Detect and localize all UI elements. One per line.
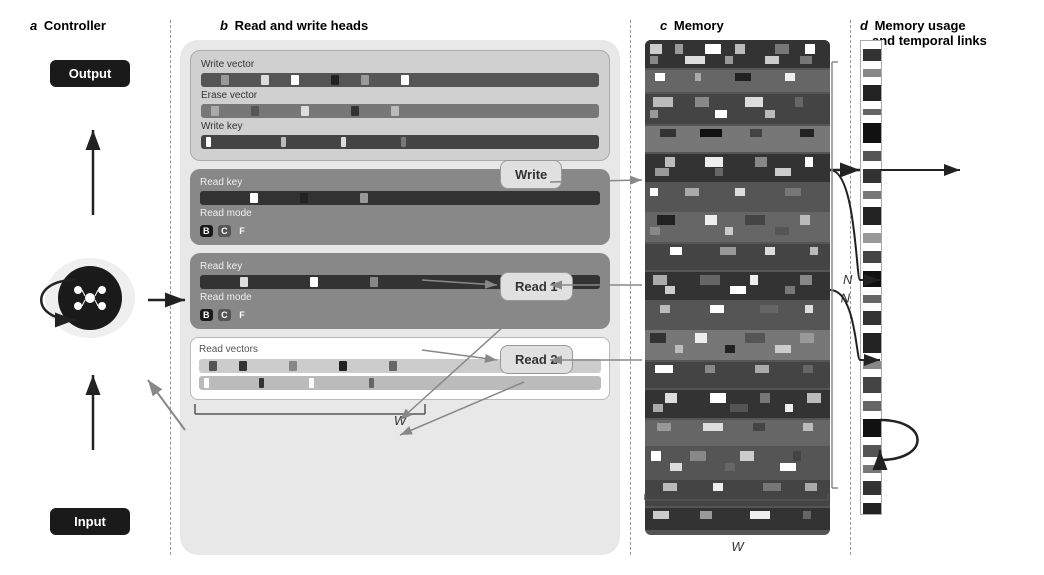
divider-line-3 [850,20,851,555]
write-vector-strip [201,73,599,87]
memory-n-label: N [843,272,852,287]
neural-network-icon [68,276,112,320]
memory-visualization [645,40,830,530]
label-c: c Memory [660,18,724,33]
read2-key-label: Read key [200,261,600,272]
divider-line-2 [630,20,631,555]
read2-op-box: Read 2 [500,345,573,374]
section-controller: Output [15,50,165,545]
erase-vector-strip [201,104,599,118]
controller-node [58,266,122,330]
section-memory: W N [645,40,830,555]
write-vector-label: Write vector [201,59,599,70]
section-memory-usage [860,40,1030,555]
output-box: Output [50,60,130,87]
read2-mode-c-label: C [218,309,231,321]
write-key-label: Write key [201,121,599,132]
input-box: Input [50,508,130,535]
read1-mode-label: Read mode [200,208,600,219]
mode-c-label: C [218,225,231,237]
label-b: b Read and write heads [220,18,368,33]
write-op-box: Write [500,160,562,189]
mode-b-label: B [200,225,213,237]
c-n-label: N [841,290,850,305]
read2-mode-b-label: B [200,309,213,321]
b-w-label: W [394,413,406,428]
memory-usage-strip [860,40,882,515]
read2-mode-f-label: F [236,309,248,321]
diagram-container: a Controller b Read and write heads c Me… [0,0,1044,575]
label-a: a Controller [30,18,106,33]
memory-grid [645,40,830,535]
mode-f-label: F [236,225,248,237]
read1-key-strip [200,191,600,205]
usage-visualization [861,41,882,515]
erase-vector-label: Erase vector [201,90,599,101]
memory-w-label: W [726,510,738,525]
c-w-label: W [645,539,830,554]
divider-line-1 [170,20,171,555]
write-head-box: Write vector Erase vector W [190,50,610,161]
write-key-strip [201,135,599,149]
read-vec2-strip [199,376,601,390]
read1-op-box: Read 1 [500,272,573,301]
